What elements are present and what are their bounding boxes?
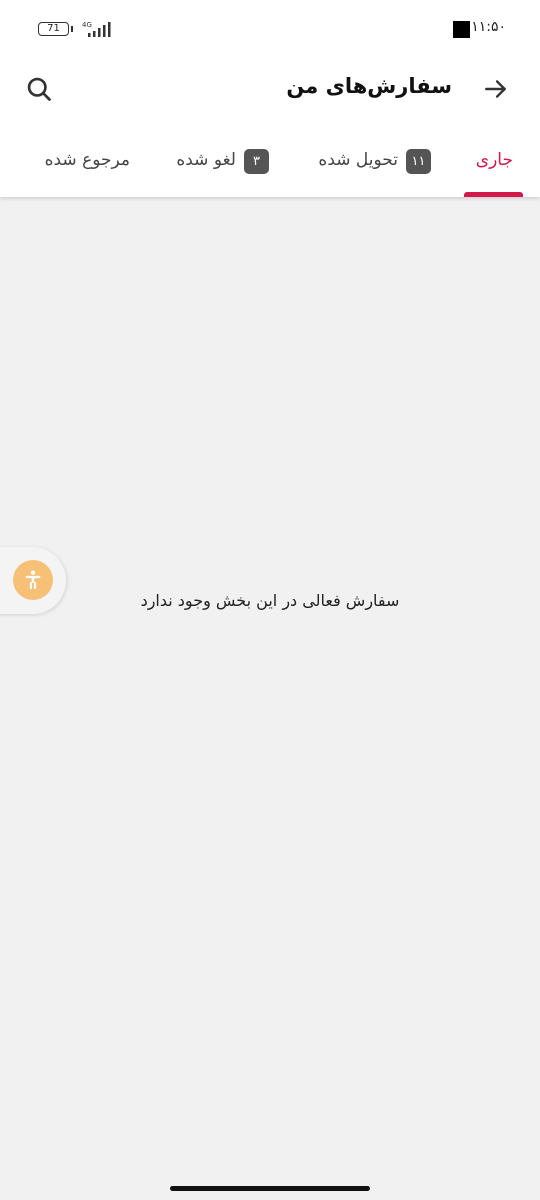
app-header: سفارش‌های من	[0, 60, 540, 120]
top-section: 71 4G ۱۱:۵۰ سفارش‌های من	[0, 0, 540, 197]
tab-delivered[interactable]: ۱۱ تحویل شده	[318, 140, 431, 197]
page-title: سفارش‌های من	[286, 74, 452, 98]
search-button[interactable]	[22, 72, 56, 106]
tab-returned-label: مرجوع شده	[44, 150, 130, 170]
battery-tip	[71, 26, 73, 32]
tab-delivered-label: تحویل شده	[318, 150, 398, 170]
accessibility-icon	[25, 570, 41, 590]
order-tabs: جاری ۱۱ تحویل شده ۳ لغو شده مرجوع شده	[0, 140, 540, 197]
tab-canceled[interactable]: ۳ لغو شده	[176, 140, 269, 197]
battery-icon: 71	[38, 22, 69, 36]
tab-canceled-badge: ۳	[244, 149, 269, 174]
status-time: ۱۱:۵۰	[471, 19, 506, 35]
battery-level: 71	[47, 23, 60, 34]
tab-returned[interactable]: مرجوع شده	[45, 140, 130, 197]
notification-square-icon	[453, 21, 470, 38]
tab-current-label: جاری	[475, 150, 513, 170]
signal-icon: 4G	[82, 21, 111, 37]
tab-current[interactable]: جاری	[476, 140, 513, 197]
active-tab-indicator	[464, 192, 523, 197]
tab-delivered-badge: ۱۱	[406, 149, 431, 174]
arrow-right-icon	[485, 80, 506, 98]
status-bar: 71 4G ۱۱:۵۰	[0, 0, 540, 60]
empty-state-message: سفارش فعالی در این بخش وجود ندارد	[140, 591, 400, 610]
svg-text:4G: 4G	[82, 21, 92, 29]
back-button[interactable]	[480, 73, 512, 105]
tab-canceled-label: لغو شده	[176, 150, 236, 170]
search-icon	[27, 77, 51, 101]
home-indicator[interactable]	[170, 1186, 370, 1191]
